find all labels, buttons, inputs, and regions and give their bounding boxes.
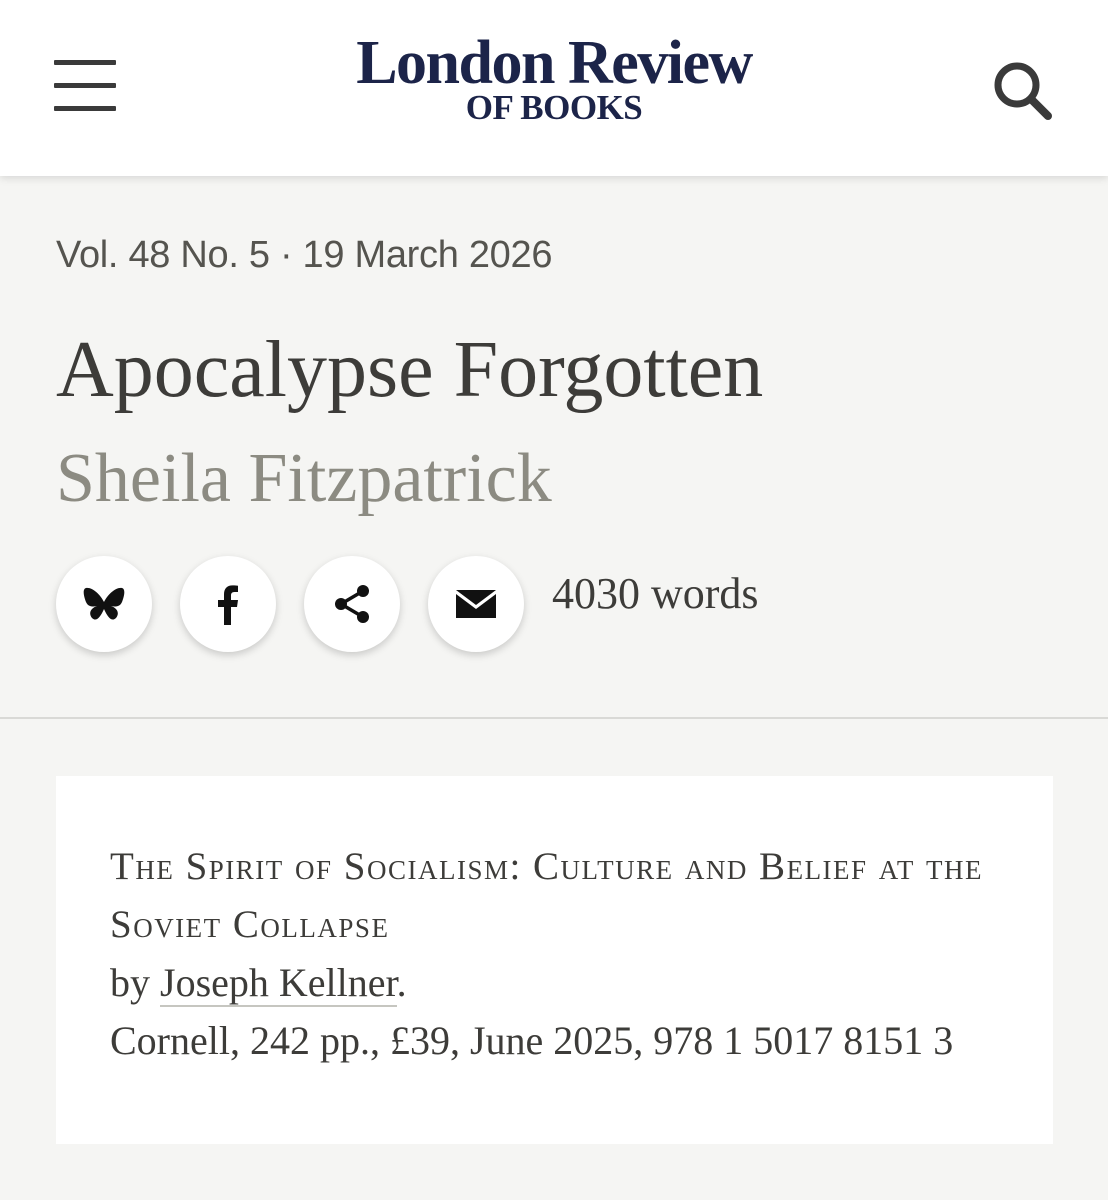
- facebook-share-button[interactable]: [180, 556, 276, 652]
- word-count: 4030 words: [552, 569, 759, 618]
- search-icon: [994, 62, 1052, 120]
- bluesky-share-button[interactable]: [56, 556, 152, 652]
- search-button[interactable]: [990, 58, 1054, 122]
- byline-prefix: by: [110, 960, 150, 1005]
- article-title: Apocalypse Forgotten: [56, 326, 764, 414]
- facebook-icon: [218, 585, 238, 625]
- site-logo[interactable]: London Review OF BOOKS: [0, 29, 1108, 127]
- share-button[interactable]: [304, 556, 400, 652]
- book-publication-details: Cornell, 242 pp., £39, June 2025, 978 1 …: [110, 1018, 954, 1063]
- book-author-link[interactable]: Joseph Kellner: [160, 960, 397, 1007]
- share-row: 4030 words: [56, 556, 956, 652]
- reviewed-book-info: The Spirit of Socialism: Culture and Bel…: [56, 776, 1053, 1144]
- logo-title: London Review: [356, 29, 753, 97]
- share-icon: [335, 585, 369, 623]
- byline-suffix: .: [396, 960, 407, 1005]
- book-byline: by Joseph Kellner.: [110, 954, 407, 1012]
- logo-subtitle: OF BOOKS: [465, 88, 643, 127]
- issue-meta: Vol. 48 No. 5 · 19 March 2026: [56, 234, 553, 276]
- email-share-button[interactable]: [428, 556, 524, 652]
- site-header: London Review OF BOOKS: [0, 0, 1108, 176]
- email-icon: [456, 590, 496, 618]
- book-title: The Spirit of Socialism: Culture and Bel…: [110, 845, 984, 946]
- bluesky-icon: [83, 587, 125, 620]
- article-author[interactable]: Sheila Fitzpatrick: [56, 436, 552, 522]
- section-divider: [0, 717, 1108, 719]
